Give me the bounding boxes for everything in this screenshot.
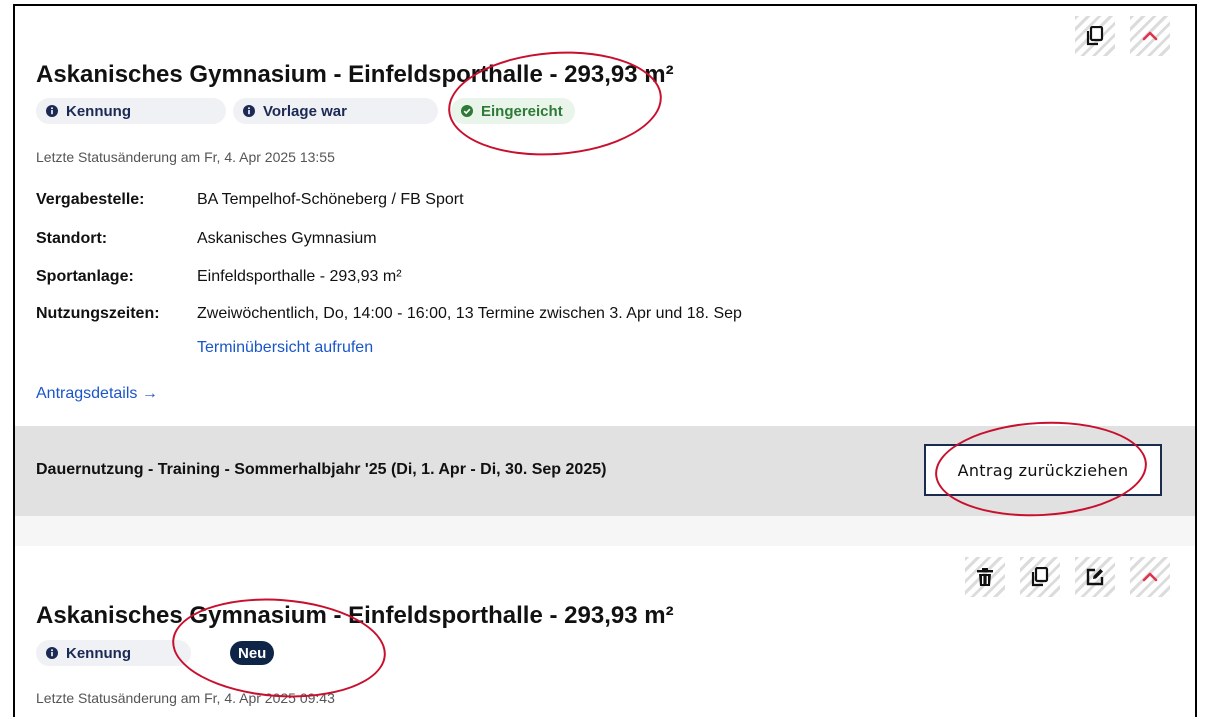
copy-icon [1031, 567, 1049, 587]
schedule-overview-link[interactable]: Terminübersicht aufrufen [197, 339, 373, 357]
collapse-button[interactable] [1130, 557, 1170, 597]
kennung-badge[interactable]: Kennung [36, 98, 226, 124]
copy-icon [1086, 26, 1104, 46]
status-badge: Neu [230, 641, 275, 665]
last-status-change: Letzte Statusänderung am Fr, 4. Apr 2025… [36, 149, 335, 165]
delete-button[interactable] [965, 557, 1005, 597]
collapse-button[interactable] [1130, 16, 1170, 56]
copy-button[interactable] [1020, 557, 1060, 597]
detail-value: Askanisches Gymnasium [197, 230, 377, 247]
application-title: Askanisches Gymnasium - Einfeldsporthall… [36, 61, 674, 88]
chevron-up-icon [1142, 31, 1158, 41]
usage-period-text: Dauernutzung - Training - Sommerhalbjahr… [36, 461, 607, 478]
check-circle-icon [461, 105, 473, 117]
edit-icon [1086, 568, 1104, 586]
last-status-change: Letzte Statusänderung am Fr, 4. Apr 2025… [36, 690, 335, 706]
status-badge: Eingereicht [451, 98, 575, 124]
detail-label: Standort: [36, 230, 108, 247]
copy-button[interactable] [1075, 16, 1115, 56]
application-card: Askanisches Gymnasium - Einfeldsporthall… [15, 546, 1195, 717]
withdraw-application-button[interactable]: Antrag zurückziehen [924, 444, 1162, 496]
info-icon [46, 647, 58, 659]
chevron-up-icon [1142, 572, 1158, 582]
detail-value: BA Tempelhof-Schöneberg / FB Sport [197, 191, 464, 208]
kennung-badge[interactable]: Kennung [36, 640, 191, 666]
detail-value: Zweiwöchentlich, Do, 14:00 - 16:00, 13 T… [197, 305, 742, 322]
usage-period-bar: Dauernutzung - Training - Sommerhalbjahr… [15, 426, 1195, 516]
application-title: Askanisches Gymnasium - Einfeldsporthall… [36, 602, 674, 629]
info-icon [46, 105, 58, 117]
trash-icon [977, 568, 993, 586]
detail-label: Vergabestelle: [36, 191, 145, 208]
detail-label: Sportanlage: [36, 268, 134, 285]
info-icon [243, 105, 255, 117]
detail-label: Nutzungszeiten: [36, 305, 160, 322]
application-list: Askanisches Gymnasium - Einfeldsporthall… [13, 4, 1197, 717]
edit-button[interactable] [1075, 557, 1115, 597]
kennung-label: Kennung [66, 102, 131, 120]
vorlage-label: Vorlage war [263, 102, 347, 120]
application-card: Askanisches Gymnasium - Einfeldsporthall… [15, 6, 1195, 516]
card-separator [15, 516, 1195, 546]
status-label: Eingereicht [481, 102, 563, 120]
detail-value: Einfeldsporthalle - 293,93 m² [197, 268, 402, 285]
kennung-label: Kennung [66, 644, 131, 662]
vorlage-badge[interactable]: Vorlage war [233, 98, 438, 124]
application-details-link[interactable]: Antragsdetails → [36, 385, 158, 403]
